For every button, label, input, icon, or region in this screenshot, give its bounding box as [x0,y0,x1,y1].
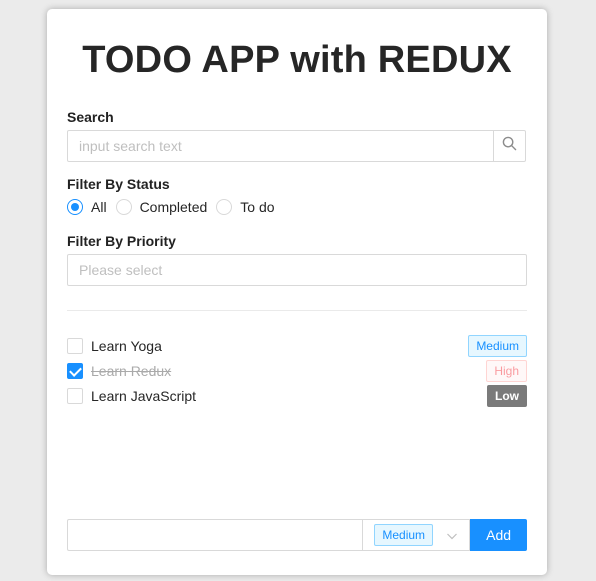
todo-item: Learn JavaScript Low [67,385,527,407]
status-filter-label: Filter By Status [67,176,170,192]
todo-checkbox[interactable] [67,363,83,379]
todo-name: Learn Yoga [91,338,162,354]
todo-card: TODO APP with REDUX Search Filter By Sta… [47,9,547,575]
add-todo-form: Medium Add [67,519,527,551]
todo-checkbox[interactable] [67,388,83,404]
radio-all-circle[interactable] [67,199,83,215]
new-todo-input[interactable] [67,519,363,551]
search-icon [502,136,517,156]
todo-name: Learn Redux [91,363,172,379]
status-radio-all[interactable]: All [67,199,107,215]
todo-name: Learn JavaScript [91,388,197,404]
search-input[interactable] [68,131,493,161]
priority-tag: High [486,360,527,382]
selected-priority-tag: Medium [374,524,434,546]
status-radio-todo[interactable]: To do [216,199,275,215]
search-box [67,130,526,162]
radio-todo-circle[interactable] [216,199,233,215]
radio-completed-label: Completed [139,199,208,215]
priority-tag: Medium [468,335,527,357]
todo-checkbox[interactable] [67,338,83,354]
status-radio-completed[interactable]: Completed [115,199,208,215]
chevron-down-icon [446,529,458,547]
status-radio-group: All Completed To do [67,199,284,215]
radio-completed-circle[interactable] [115,199,132,215]
radio-todo-label: To do [240,199,275,215]
priority-filter-select[interactable]: Please select [67,254,527,286]
page-title: TODO APP with REDUX [82,39,512,81]
priority-filter-label: Filter By Priority [67,233,176,249]
todo-item: Learn Redux High [67,360,527,382]
divider [67,310,527,311]
priority-tag: Low [487,385,527,407]
new-todo-priority-select[interactable]: Medium [362,519,471,551]
search-button[interactable] [493,131,525,161]
radio-all-label: All [91,199,107,215]
search-label: Search [67,109,114,125]
add-button[interactable]: Add [470,519,527,551]
todo-item: Learn Yoga Medium [67,335,527,357]
